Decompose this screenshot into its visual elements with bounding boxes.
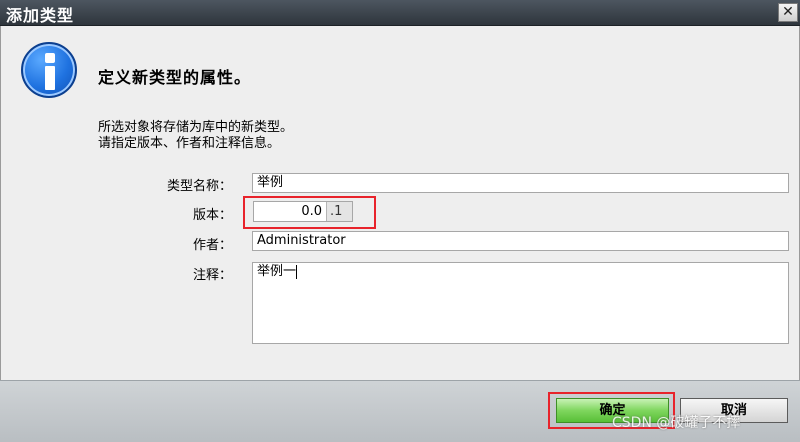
- author-value: Administrator: [257, 233, 346, 248]
- comment-label: 注释：: [192, 268, 232, 283]
- text-caret: [296, 264, 298, 279]
- watermark: CSDN @破罐子不摔: [612, 415, 741, 431]
- close-icon: ✕: [782, 4, 794, 20]
- info-icon-dot: [45, 53, 55, 63]
- dialog-heading: 定义新类型的属性。: [98, 68, 252, 87]
- comment-textarea[interactable]: 举例一: [252, 262, 789, 344]
- info-icon-stem: [45, 66, 55, 90]
- type-name-input[interactable]: 举例: [252, 173, 789, 193]
- comment-value: 举例一: [257, 264, 297, 279]
- author-label: 作者：: [192, 238, 232, 253]
- version-highlight-box: [243, 196, 376, 229]
- close-button[interactable]: ✕: [778, 3, 798, 22]
- type-name-value: 举例: [257, 175, 284, 190]
- title-bar: 添加类型 ✕: [0, 0, 800, 26]
- dialog-description: 所选对象将存储为库中的新类型。 请指定版本、作者和注释信息。: [98, 120, 293, 152]
- window-title: 添加类型: [6, 6, 75, 25]
- version-label: 版本：: [192, 208, 232, 223]
- description-line-2: 请指定版本、作者和注释信息。: [98, 136, 281, 151]
- info-icon: [21, 42, 77, 98]
- description-line-1: 所选对象将存储为库中的新类型。: [98, 120, 294, 135]
- type-name-label: 类型名称：: [166, 179, 232, 194]
- author-input[interactable]: Administrator: [252, 231, 789, 251]
